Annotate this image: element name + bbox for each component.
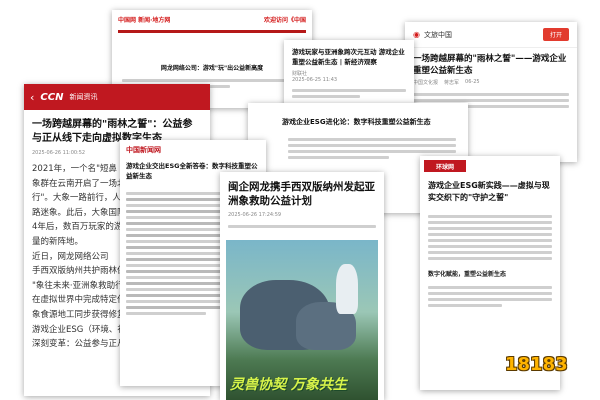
article-headline[interactable]: 网龙网络公司：游戏"玩"出公益新高度 bbox=[112, 63, 312, 72]
section-heading: 数字化赋能，重塑公益新生态 bbox=[428, 271, 507, 278]
promo-image[interactable]: 灵兽协契 万象共生 bbox=[226, 240, 378, 400]
text-line bbox=[428, 245, 552, 248]
article-date: 06-25 bbox=[465, 79, 480, 85]
promo-banner-text: 灵兽协契 万象共生 bbox=[230, 377, 347, 393]
huanqiu-logo: 环球网 bbox=[435, 163, 454, 171]
article-card-elephant[interactable]: 闽企网龙携手西双版纳州发起亚洲象救助公益计划 2025-06-26 17:24:… bbox=[220, 172, 384, 400]
text-line bbox=[288, 144, 456, 147]
text-line bbox=[228, 225, 376, 228]
welcome-text: 欢迎访问《中国 bbox=[263, 17, 306, 24]
article-author: 蒋志军 bbox=[444, 80, 460, 86]
text-line bbox=[288, 138, 456, 141]
text-line bbox=[428, 239, 552, 242]
text-line bbox=[413, 93, 569, 96]
text-line bbox=[428, 215, 552, 218]
text-line bbox=[122, 79, 302, 82]
text-line bbox=[428, 286, 552, 289]
text-line bbox=[428, 221, 552, 224]
text-line bbox=[428, 233, 552, 236]
huanqiu-logo-box: 环球网 bbox=[424, 160, 466, 172]
article-source: 中国文化报 bbox=[413, 80, 439, 86]
article-headline[interactable]: 闽企网龙携手西双版纳州发起亚洲象救助公益计划 bbox=[220, 172, 384, 210]
text-line bbox=[288, 156, 389, 159]
text-line bbox=[428, 304, 503, 307]
app-header: ‹ CCN 新闻资讯 bbox=[24, 84, 210, 110]
channel-name: 新闻资讯 bbox=[69, 93, 98, 101]
article-headline[interactable]: 一场跨越屏幕的"雨林之誓"——游戏企业重塑公益新生态 bbox=[405, 48, 577, 79]
text-line bbox=[428, 251, 552, 254]
article-headline[interactable]: 游戏企业ESG新实践——虚拟与现实交织下的"守护之誓" bbox=[420, 172, 560, 208]
text-line bbox=[428, 298, 552, 301]
text-line bbox=[428, 292, 552, 295]
text-line bbox=[428, 227, 552, 230]
text-line bbox=[292, 89, 406, 92]
watermark-text: 18183 bbox=[505, 354, 568, 375]
chinanews-logo: 中国新闻网 bbox=[126, 146, 161, 154]
text-line bbox=[292, 95, 361, 98]
text-line bbox=[428, 257, 552, 260]
article-meta: 2025-06-26 17:24:59 bbox=[228, 212, 282, 218]
text-line bbox=[413, 99, 569, 102]
article-headline[interactable]: 游戏企业ESG进化论：数字科技重塑公益新生态 bbox=[248, 103, 468, 131]
article-headline[interactable]: 游戏玩家与亚洲象跨次元互动 游戏企业重塑公益新生态 | 新经济观察 bbox=[284, 40, 414, 70]
nav-bar bbox=[118, 30, 306, 33]
app-name: 文旅中国 bbox=[423, 30, 452, 39]
character-figure bbox=[336, 264, 358, 314]
text-line bbox=[126, 312, 207, 315]
app-logo-icon: ◉ bbox=[413, 30, 420, 39]
text-line bbox=[288, 150, 456, 153]
ccn-logo-icon: CCN bbox=[40, 91, 64, 103]
portal-logo: 中国网 新闻·地方网 bbox=[118, 17, 171, 24]
back-icon[interactable]: ‹ bbox=[30, 91, 34, 104]
watermark-logo: 18183 bbox=[505, 354, 568, 375]
open-button[interactable]: 打开 bbox=[542, 28, 569, 41]
